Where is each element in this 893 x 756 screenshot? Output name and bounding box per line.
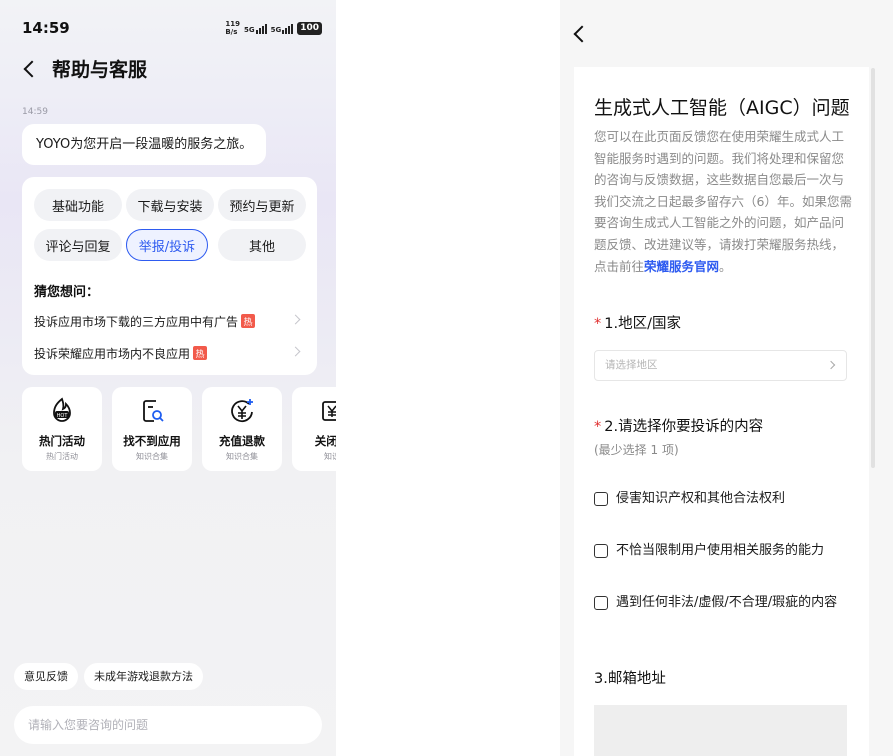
chevron-right-icon xyxy=(290,346,301,357)
region-select[interactable]: 请选择地区 xyxy=(594,350,847,381)
tile-app-not-found[interactable]: 找不到应用 知识合集 xyxy=(112,387,192,471)
back-icon[interactable] xyxy=(572,24,588,44)
signal-type-2: 5G xyxy=(270,25,282,34)
question-region-text: 1.地区/国家 xyxy=(604,316,681,332)
feedback-button[interactable]: 意见反馈 xyxy=(14,663,78,690)
signal-icon: 5G xyxy=(244,23,267,34)
tile-refund[interactable]: 充值退款 知识合集 xyxy=(202,387,282,471)
suggested-question-text: 投诉应用市场下载的三方应用中有广告 xyxy=(34,314,239,329)
back-icon[interactable] xyxy=(22,59,38,79)
battery-icon: 100 xyxy=(297,21,322,35)
network-speed-value: 119 xyxy=(225,20,240,28)
option-label: 遇到任何非法/虚假/不合理/瑕疵的内容 xyxy=(616,595,838,610)
category-chip-comments[interactable]: 评论与回复 xyxy=(34,229,122,261)
tile-title: 充值退款 xyxy=(219,434,265,448)
tile-title: 找不到应用 xyxy=(123,434,181,448)
hot-icon: HOT xyxy=(22,397,102,425)
suggested-question[interactable]: 投诉应用市场下载的三方应用中有广告 热 xyxy=(34,310,309,332)
guess-title: 猜您想问： xyxy=(34,285,100,300)
hot-badge: 热 xyxy=(241,314,256,328)
tile-subtitle: 知识合集 xyxy=(226,452,258,461)
minor-refund-button[interactable]: 未成年游戏退款方法 xyxy=(84,663,203,690)
tile-subtitle: 知识合集 xyxy=(136,452,168,461)
scrollbar[interactable] xyxy=(871,68,875,468)
tile-hot-activities[interactable]: HOT 热门活动 热门活动 xyxy=(22,387,102,471)
tile-title: 关闭自 xyxy=(314,434,336,448)
aigc-form-screen: 生成式人工智能（AIGC）问题 您可以在此页面反馈您在使用荣耀生成式人工智能服务… xyxy=(560,0,893,756)
required-mark: * xyxy=(594,419,602,435)
status-time: 14:59 xyxy=(22,19,70,37)
category-chip-other[interactable]: 其他 xyxy=(218,229,306,261)
category-chip-report[interactable]: 举报/投诉 xyxy=(126,229,208,261)
complaint-option[interactable]: 不恰当限制用户使用相关服务的能力 xyxy=(594,540,849,562)
signal-icon-2: 5G xyxy=(271,23,294,34)
svg-text:HOT: HOT xyxy=(57,413,69,419)
complaint-option[interactable]: 侵害知识产权和其他合法权利 xyxy=(594,488,849,510)
greeting-bubble: YOYO为您开启一段温暖的服务之旅。 xyxy=(22,124,267,165)
help-center-screen: 14:59 119 B/s 5G 5G 100 帮助与客服 14:59 YOYO… xyxy=(0,0,336,756)
hot-badge: 热 xyxy=(193,346,208,360)
chevron-right-icon xyxy=(826,360,836,370)
tile-close-auto[interactable]: 关闭自 知识 xyxy=(292,387,336,471)
suggested-question-text: 投诉荣耀应用市场内不良应用 xyxy=(34,346,191,361)
question-complaint-hint: (最少选择 1 项) xyxy=(594,443,679,457)
complaint-option[interactable]: 遇到任何非法/虚假/不合理/瑕疵的内容 xyxy=(594,592,849,614)
form-sheet: 生成式人工智能（AIGC）问题 您可以在此页面反馈您在使用荣耀生成式人工智能服务… xyxy=(574,67,869,756)
status-indicators: 119 B/s 5G 5G 100 xyxy=(225,20,322,36)
honor-service-link[interactable]: 荣耀服务官网 xyxy=(644,259,719,274)
category-chip-basic[interactable]: 基础功能 xyxy=(34,189,122,221)
chevron-right-icon xyxy=(290,314,301,325)
email-field[interactable] xyxy=(594,705,847,756)
close-auto-icon xyxy=(292,397,336,425)
page-title: 帮助与客服 xyxy=(52,59,148,81)
search-app-icon xyxy=(112,397,192,425)
header: 帮助与客服 xyxy=(22,55,147,82)
option-label: 侵害知识产权和其他合法权利 xyxy=(616,491,786,506)
question-region-label: * 1.地区/国家 xyxy=(594,312,681,333)
suggested-question[interactable]: 投诉荣耀应用市场内不良应用 热 xyxy=(34,342,309,364)
network-speed: 119 B/s xyxy=(225,20,240,36)
tile-subtitle: 知识 xyxy=(324,452,336,461)
category-chip-download[interactable]: 下载与安装 xyxy=(126,189,214,221)
description-text: 您可以在此页面反馈您在使用荣耀生成式人工智能服务时遇到的问题。我们将处理和保留您… xyxy=(594,129,852,274)
description-end: 。 xyxy=(719,258,732,274)
chat-timestamp: 14:59 xyxy=(22,107,48,117)
checkbox[interactable] xyxy=(594,492,608,506)
region-select-placeholder: 请选择地区 xyxy=(605,359,658,371)
category-chip-reservation[interactable]: 预约与更新 xyxy=(218,189,306,221)
signal-type-1: 5G xyxy=(243,25,255,34)
option-label: 不恰当限制用户使用相关服务的能力 xyxy=(616,543,825,558)
refund-icon xyxy=(202,397,282,425)
network-speed-unit: B/s xyxy=(225,28,238,36)
question-complaint-label: * 2.请选择你要投诉的内容 xyxy=(594,415,763,436)
required-mark: * xyxy=(594,316,602,332)
form-description: 您可以在此页面反馈您在使用荣耀生成式人工智能服务时遇到的问题。我们将处理和保留您… xyxy=(594,126,852,277)
status-bar: 14:59 119 B/s 5G 5G 100 xyxy=(22,18,322,38)
tile-subtitle: 热门活动 xyxy=(46,452,78,461)
category-card: 基础功能 下载与安装 预约与更新 评论与回复 举报/投诉 其他 猜您想问： 投诉… xyxy=(22,177,317,375)
question-complaint-text: 2.请选择你要投诉的内容 xyxy=(604,419,764,435)
checkbox[interactable] xyxy=(594,596,608,610)
question-email-label: 3.邮箱地址 xyxy=(594,671,666,687)
form-title: 生成式人工智能（AIGC）问题 xyxy=(594,97,850,119)
checkbox[interactable] xyxy=(594,544,608,558)
tile-title: 热门活动 xyxy=(39,434,85,448)
question-input[interactable] xyxy=(14,706,322,744)
